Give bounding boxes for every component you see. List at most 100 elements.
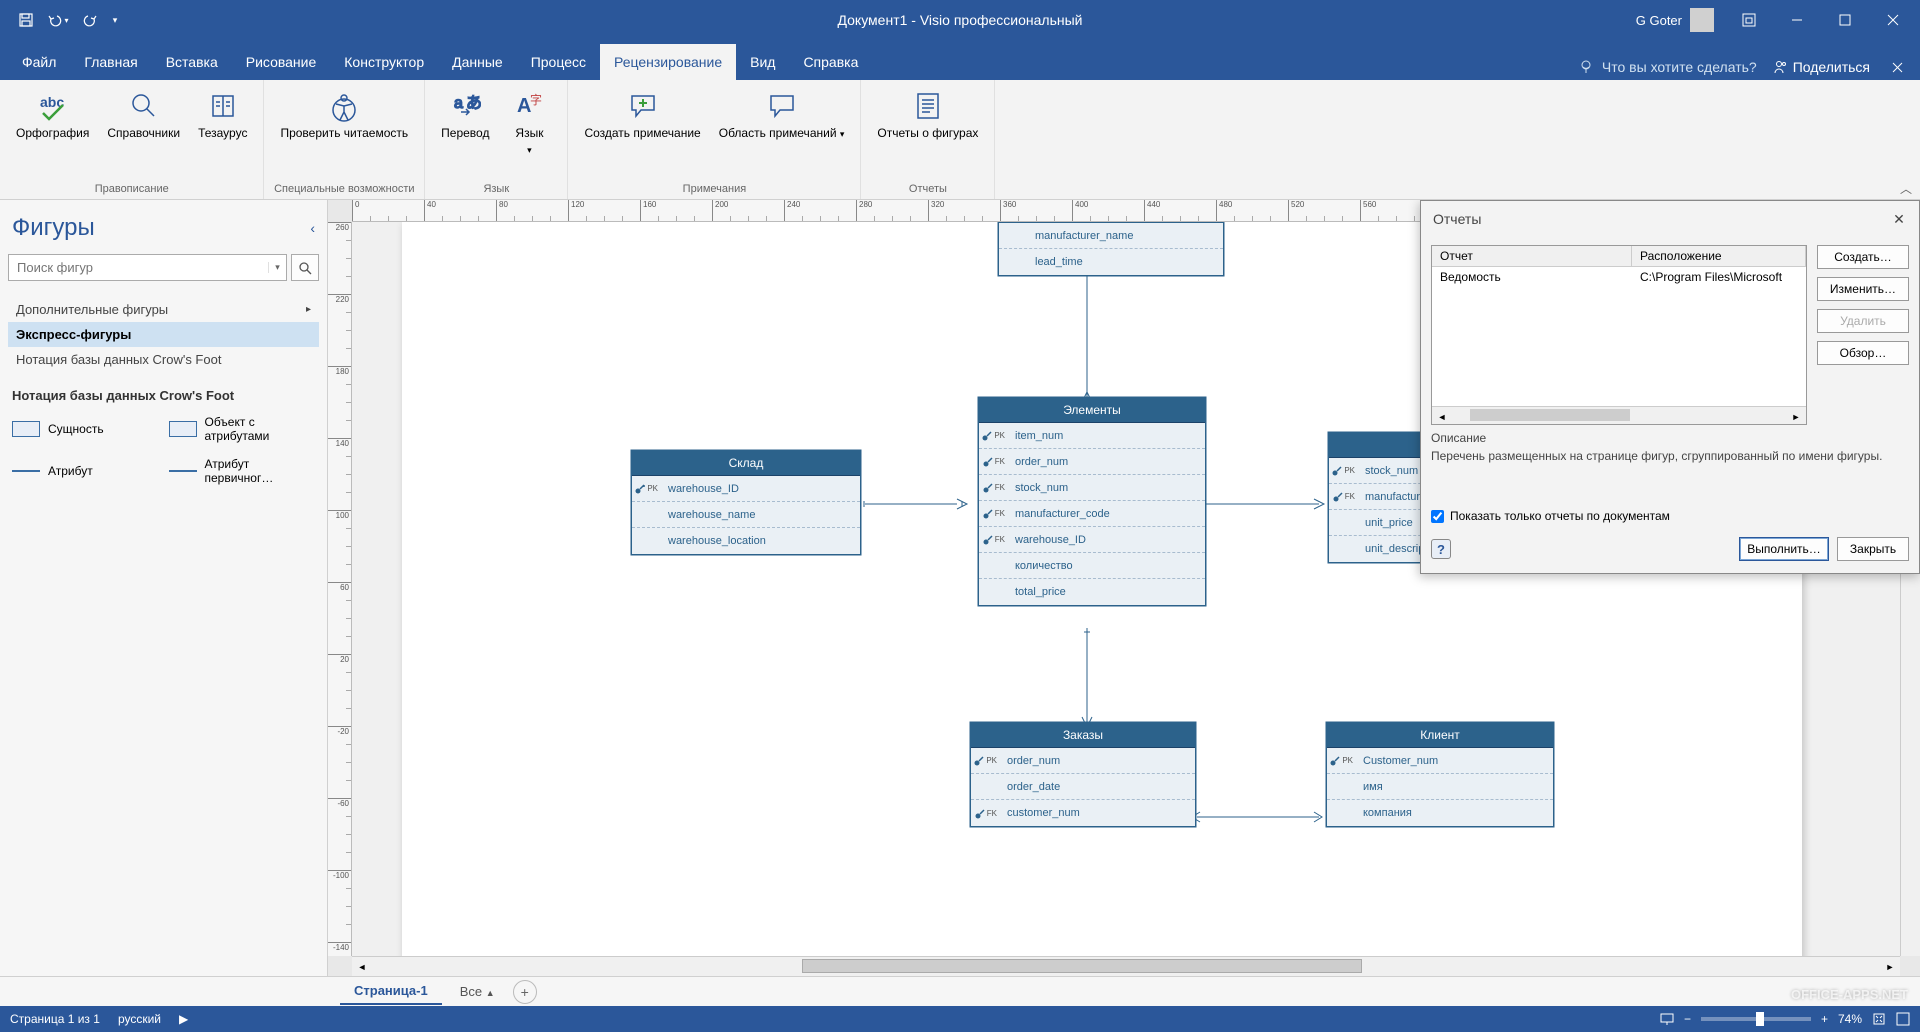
dialog-title: Отчеты	[1433, 211, 1481, 227]
tab-view[interactable]: Вид	[736, 44, 789, 80]
group-label: Отчеты	[909, 181, 947, 197]
more-shapes-item[interactable]: Дополнительные фигуры▸	[8, 297, 319, 322]
ribbon: abcОрфография Справочники Тезаурус Право…	[0, 80, 1920, 200]
dialog-close-button[interactable]: ✕	[1887, 207, 1911, 231]
tab-data[interactable]: Данные	[438, 44, 517, 80]
entity-client[interactable]: Клиент PKCustomer_num имя компания	[1326, 722, 1554, 827]
vertical-ruler: 2602201801401006020-20-60-100-140	[328, 222, 352, 956]
status-bar: Страница 1 из 1 русский ▶ − + 74%	[0, 1006, 1920, 1032]
report-row[interactable]: Ведомость C:\Program Files\Microsoft	[1432, 267, 1806, 287]
search-button[interactable]	[291, 254, 319, 281]
save-button[interactable]	[12, 6, 40, 34]
col-location[interactable]: Расположение	[1632, 246, 1806, 266]
minimize-button[interactable]	[1774, 0, 1820, 40]
qat-customize[interactable]: ▾	[108, 6, 122, 34]
maximize-button[interactable]	[1822, 0, 1868, 40]
crowsfoot-category-item[interactable]: Нотация базы данных Crow's Foot	[8, 347, 319, 372]
col-report[interactable]: Отчет	[1432, 246, 1632, 266]
redo-button[interactable]	[76, 6, 104, 34]
tab-process[interactable]: Процесс	[517, 44, 600, 80]
reports-dialog: Отчеты ✕ Отчет Расположение Ведомость C:\…	[1420, 200, 1920, 574]
stencil-entity[interactable]: Сущность	[8, 409, 163, 449]
canvas-area: 0408012016020024028032036040044048052056…	[328, 200, 1920, 976]
avatar-icon	[1690, 8, 1714, 32]
svg-text:あ: あ	[466, 94, 481, 112]
stencil-entity-attrs[interactable]: Объект с атрибутами	[165, 409, 320, 449]
docs-only-checkbox[interactable]: Показать только отчеты по документам	[1431, 509, 1909, 523]
desc-label: Описание	[1431, 431, 1909, 445]
spelling-button[interactable]: abcОрфография	[8, 84, 97, 181]
zoom-slider[interactable]	[1701, 1017, 1811, 1021]
tab-design[interactable]: Конструктор	[330, 44, 438, 80]
zoom-level[interactable]: 74%	[1838, 1012, 1862, 1026]
tell-me-search[interactable]: Что вы хотите сделать?	[1578, 59, 1757, 75]
new-comment-button[interactable]: Создать примечание	[576, 84, 708, 181]
ribbon-tabs: Файл Главная Вставка Рисование Конструкт…	[0, 40, 1920, 80]
lang-status[interactable]: русский	[118, 1012, 161, 1026]
close-share-icon[interactable]	[1884, 54, 1910, 80]
page-tab-1[interactable]: Страница-1	[340, 978, 442, 1005]
window-title: Документ1 - Visio профессиональный	[838, 12, 1083, 28]
user-account[interactable]: G Goter	[1626, 0, 1724, 40]
add-page-button[interactable]: +	[513, 980, 537, 1004]
collapse-panel-icon[interactable]: ‹	[310, 220, 315, 236]
collapse-ribbon-icon[interactable]: ︿	[1900, 180, 1912, 197]
comment-pane-button[interactable]: Область примечаний ▾	[711, 84, 853, 181]
page-tabs-bar: Страница-1 Все ▲ +	[0, 976, 1920, 1006]
stencil-pkattr[interactable]: Атрибут первичног…	[165, 451, 320, 491]
presentation-icon[interactable]	[1660, 1012, 1674, 1026]
svg-text:a: a	[454, 95, 463, 112]
references-button[interactable]: Справочники	[99, 84, 188, 181]
page-status: Страница 1 из 1	[10, 1012, 100, 1026]
tab-file[interactable]: Файл	[8, 44, 70, 80]
shape-reports-button[interactable]: Отчеты о фигурах	[869, 84, 986, 181]
help-icon[interactable]: ?	[1431, 539, 1451, 559]
tab-review[interactable]: Рецензирование	[600, 44, 736, 80]
stencil-section-title: Нотация базы данных Crow's Foot	[4, 376, 323, 409]
entity-manufacturer[interactable]: manufacturer_name lead_time	[998, 222, 1224, 276]
run-button[interactable]: Выполнить…	[1739, 537, 1829, 561]
page-tab-all[interactable]: Все ▲	[450, 979, 505, 1004]
zoom-out-icon[interactable]: −	[1684, 1012, 1691, 1026]
search-dropdown-icon[interactable]: ▾	[268, 262, 286, 273]
group-label: Язык	[483, 181, 509, 197]
group-label: Правописание	[95, 181, 169, 197]
thesaurus-button[interactable]: Тезаурус	[190, 84, 255, 181]
shapes-title: Фигуры	[12, 214, 95, 242]
shapes-search-input[interactable]	[9, 255, 268, 280]
full-screen-icon[interactable]	[1896, 1012, 1910, 1026]
edit-report-button[interactable]: Изменить…	[1817, 277, 1909, 301]
horizontal-scrollbar[interactable]: ◄►	[352, 956, 1900, 976]
entity-elements[interactable]: Элементы PKitem_num FKorder_num FKstock_…	[978, 397, 1206, 606]
entity-orders[interactable]: Заказы PKorder_num order_date FKcustomer…	[970, 722, 1196, 827]
delete-report-button[interactable]: Удалить	[1817, 309, 1909, 333]
share-button[interactable]: Поделиться	[1771, 59, 1870, 75]
svg-text:字: 字	[530, 92, 542, 107]
close-dialog-button[interactable]: Закрыть	[1837, 537, 1909, 561]
accessibility-button[interactable]: Проверить читаемость	[272, 84, 416, 181]
tab-home[interactable]: Главная	[70, 44, 151, 80]
translate-button[interactable]: aあПеревод	[433, 84, 497, 181]
tab-help[interactable]: Справка	[789, 44, 872, 80]
main-area: Фигуры ‹ ▾ Дополнительные фигуры▸ Экспрес…	[0, 200, 1920, 976]
title-bar: ▾ ▾ Документ1 - Visio профессиональный G…	[0, 0, 1920, 40]
reports-list[interactable]: Отчет Расположение Ведомость C:\Program …	[1431, 245, 1807, 425]
stencil-attr[interactable]: Атрибут	[8, 451, 163, 491]
entity-warehouse[interactable]: Склад PKwarehouse_ID warehouse_name ware…	[631, 450, 861, 555]
tab-insert[interactable]: Вставка	[152, 44, 232, 80]
ribbon-options-icon[interactable]	[1726, 0, 1772, 40]
tab-draw[interactable]: Рисование	[232, 44, 331, 80]
undo-button[interactable]: ▾	[44, 6, 72, 34]
fit-window-icon[interactable]	[1872, 1012, 1886, 1026]
desc-text: Перечень размещенных на странице фигур, …	[1431, 445, 1909, 509]
macro-icon[interactable]: ▶	[179, 1012, 188, 1026]
browse-report-button[interactable]: Обзор…	[1817, 341, 1909, 365]
zoom-in-icon[interactable]: +	[1821, 1012, 1828, 1026]
quick-shapes-item[interactable]: Экспресс-фигуры	[8, 322, 319, 347]
group-label: Специальные возможности	[274, 181, 414, 197]
create-report-button[interactable]: Создать…	[1817, 245, 1909, 269]
language-button[interactable]: A字Язык▾	[499, 84, 559, 181]
shapes-panel: Фигуры ‹ ▾ Дополнительные фигуры▸ Экспрес…	[0, 200, 328, 976]
close-button[interactable]	[1870, 0, 1916, 40]
group-label: Примечания	[683, 181, 747, 197]
